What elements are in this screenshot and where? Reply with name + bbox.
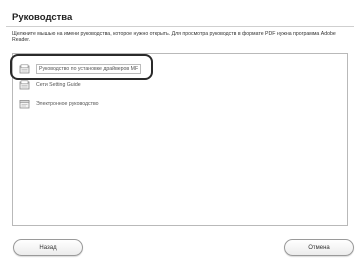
manuals-dialog: Руководства Щелкните мышью на имени руко… <box>0 0 360 261</box>
manual-item-e-manual[interactable]: Электронное руководство <box>19 97 99 111</box>
manual-item-label: Сети Setting Guide <box>36 82 81 88</box>
dialog-title: Руководства <box>12 12 73 23</box>
pdf-document-icon <box>19 64 30 74</box>
pdf-document-icon <box>19 80 30 90</box>
cancel-button[interactable]: Отмена <box>284 239 354 256</box>
title-divider <box>6 26 354 27</box>
manual-item-driver-install[interactable]: Руководство по установке драйверов MF <box>19 62 142 76</box>
manual-item-network-guide[interactable]: Сети Setting Guide <box>19 78 81 92</box>
back-button[interactable]: Назад <box>13 239 83 256</box>
html-document-icon <box>19 99 30 109</box>
manuals-list: Руководство по установке драйверов MF Се… <box>12 53 348 226</box>
dialog-description: Щелкните мышью на имени руководства, кот… <box>12 31 336 44</box>
manual-item-label: Электронное руководство <box>36 101 99 107</box>
manual-item-label: Руководство по установке драйверов MF <box>36 64 142 74</box>
